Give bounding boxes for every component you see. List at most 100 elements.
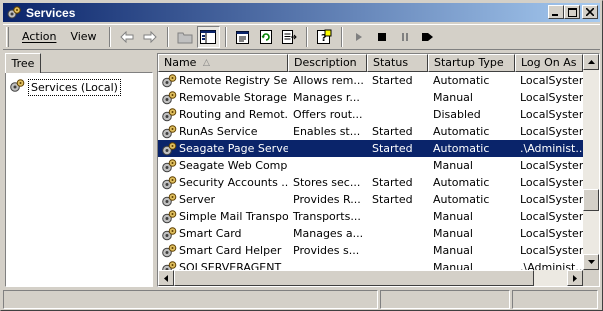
gears-icon bbox=[9, 78, 25, 97]
table-row[interactable]: Smart Card Helper Provides s... Manual Loca… bbox=[158, 242, 583, 259]
service-name-cell: Smart Card Helper bbox=[158, 242, 288, 259]
service-status-cell: Started bbox=[372, 193, 413, 206]
table-row[interactable]: Routing and Remot... Offers rout... Disabl… bbox=[158, 106, 583, 123]
service-logon-cell: LocalSystem bbox=[520, 159, 583, 172]
table-row[interactable]: Security Accounts ... Stores sec... Starte… bbox=[158, 174, 583, 191]
column-header-status[interactable]: Status bbox=[367, 54, 428, 72]
sort-ascending-icon: △ bbox=[203, 58, 210, 68]
tree-item-services-local[interactable]: Services (Local) bbox=[9, 78, 121, 97]
table-row[interactable]: Simple Mail Transpo... Transports... Manua… bbox=[158, 208, 583, 225]
toolbar-separator bbox=[224, 27, 227, 47]
service-description-cell: Allows rem... bbox=[293, 74, 364, 87]
column-header-name[interactable]: Name △ bbox=[158, 54, 288, 72]
service-logon-cell: LocalSystem bbox=[520, 176, 583, 189]
service-startup-cell: Automatic bbox=[433, 125, 490, 138]
service-logon-cell: .\Administ... bbox=[520, 142, 583, 155]
restart-service-icon[interactable] bbox=[417, 26, 440, 48]
service-logon-cell: LocalSystem bbox=[520, 108, 583, 121]
service-description-cell bbox=[288, 140, 367, 157]
maximize-button[interactable] bbox=[564, 5, 580, 19]
scroll-right-button[interactable] bbox=[567, 270, 583, 286]
status-bar bbox=[3, 290, 600, 309]
status-panel-2 bbox=[380, 290, 510, 309]
service-gear-icon bbox=[161, 107, 177, 123]
scroll-up-button[interactable] bbox=[583, 54, 599, 70]
service-startup-cell: Manual bbox=[433, 91, 473, 104]
service-startup-cell: Manual bbox=[433, 227, 473, 240]
service-status-cell bbox=[367, 208, 428, 225]
service-name-cell: Smart Card bbox=[158, 225, 288, 242]
minimize-button[interactable] bbox=[548, 5, 564, 19]
services-list: Name △ Description Status Startup Type L… bbox=[157, 53, 600, 287]
table-row[interactable]: RunAs Service Enables st... Started Automat… bbox=[158, 123, 583, 140]
service-status-cell bbox=[367, 89, 428, 106]
service-gear-icon bbox=[161, 124, 177, 140]
stop-service-icon[interactable] bbox=[371, 26, 394, 48]
properties-icon[interactable] bbox=[232, 26, 255, 48]
tab-tree[interactable]: Tree bbox=[5, 53, 41, 73]
column-header-description[interactable]: Description bbox=[288, 54, 367, 72]
toolbar-separator bbox=[340, 27, 343, 47]
service-name-cell: Seagate Web Comp... bbox=[158, 157, 288, 174]
show-hide-tree-icon[interactable] bbox=[196, 26, 220, 48]
service-logon-cell: LocalSystem bbox=[520, 91, 583, 104]
service-startup-cell: Automatic bbox=[433, 142, 490, 155]
service-logon-cell: LocalSystem bbox=[520, 210, 583, 223]
service-logon-cell: LocalSystem bbox=[520, 74, 583, 87]
table-row[interactable]: Seagate Web Comp... Manual LocalSystem bbox=[158, 157, 583, 174]
column-header-log-on-as[interactable]: Log On As bbox=[515, 54, 583, 72]
table-row[interactable]: Smart Card Manages a... Manual LocalSystem bbox=[158, 225, 583, 242]
service-name-cell: Security Accounts ... bbox=[158, 174, 288, 191]
menu-action[interactable]: Action bbox=[15, 27, 63, 47]
scroll-left-button[interactable] bbox=[158, 270, 174, 286]
horizontal-scrollbar[interactable] bbox=[158, 270, 583, 286]
service-gear-icon bbox=[161, 90, 177, 106]
up-folder-icon[interactable] bbox=[174, 26, 197, 48]
toolbar-grip[interactable] bbox=[6, 27, 9, 47]
service-logon-cell: LocalSystem bbox=[520, 125, 583, 138]
column-header-startup-type[interactable]: Startup Type bbox=[428, 54, 515, 72]
service-description-cell: Manages r... bbox=[293, 91, 360, 104]
vertical-scrollbar[interactable] bbox=[583, 54, 599, 270]
table-row[interactable]: Seagate Page Server Started Automatic .\Adm… bbox=[158, 140, 583, 157]
service-description-cell: Provides s... bbox=[293, 244, 360, 257]
menu-view[interactable]: View bbox=[63, 27, 103, 47]
refresh-icon[interactable] bbox=[255, 26, 278, 48]
service-gear-icon bbox=[161, 209, 177, 225]
service-startup-cell: Automatic bbox=[433, 74, 490, 87]
service-name-cell: Routing and Remot... bbox=[158, 106, 288, 123]
table-row[interactable]: Removable Storage Manages r... Manual Local… bbox=[158, 89, 583, 106]
service-name-cell: Seagate Page Server bbox=[158, 140, 288, 157]
service-description-cell: Provides R... bbox=[293, 193, 361, 206]
list-header: Name △ Description Status Startup Type L… bbox=[158, 54, 583, 72]
service-status-cell: Started bbox=[372, 125, 413, 138]
service-status-cell: Started bbox=[372, 142, 413, 155]
help-icon[interactable]: ? bbox=[313, 26, 336, 48]
service-description-cell: Stores sec... bbox=[293, 176, 361, 189]
tree-item-label: Services (Local) bbox=[28, 79, 121, 96]
service-name-cell: Remote Registry Se... bbox=[158, 72, 288, 89]
toolbar-separator bbox=[108, 27, 111, 47]
service-logon-cell: LocalSystem bbox=[520, 244, 583, 257]
forward-arrow-icon[interactable] bbox=[139, 26, 162, 48]
service-description-cell bbox=[288, 157, 367, 174]
back-arrow-icon[interactable] bbox=[116, 26, 139, 48]
title-bar[interactable]: Services bbox=[3, 3, 600, 22]
vertical-scroll-thumb[interactable] bbox=[583, 189, 599, 211]
services-window: Services Action View ? Tree Services (Lo… bbox=[0, 0, 603, 311]
start-service-icon[interactable] bbox=[348, 26, 371, 48]
service-status-cell bbox=[367, 225, 428, 242]
tree-pane: Services (Local) bbox=[5, 72, 153, 287]
service-name-cell: Server bbox=[158, 191, 288, 208]
close-button[interactable] bbox=[582, 5, 598, 19]
service-startup-cell: Automatic bbox=[433, 176, 490, 189]
service-gear-icon bbox=[161, 73, 177, 89]
export-list-icon[interactable] bbox=[278, 26, 301, 48]
table-row[interactable]: Server Provides R... Started Automatic Local… bbox=[158, 191, 583, 208]
table-row[interactable]: Remote Registry Se... Allows rem... Starte… bbox=[158, 72, 583, 89]
toolbar-separator bbox=[166, 27, 169, 47]
pause-service-icon[interactable] bbox=[394, 26, 417, 48]
scroll-down-button[interactable] bbox=[583, 254, 599, 270]
service-name-cell: Simple Mail Transpo... bbox=[158, 208, 288, 225]
horizontal-scroll-thumb[interactable] bbox=[174, 270, 534, 286]
